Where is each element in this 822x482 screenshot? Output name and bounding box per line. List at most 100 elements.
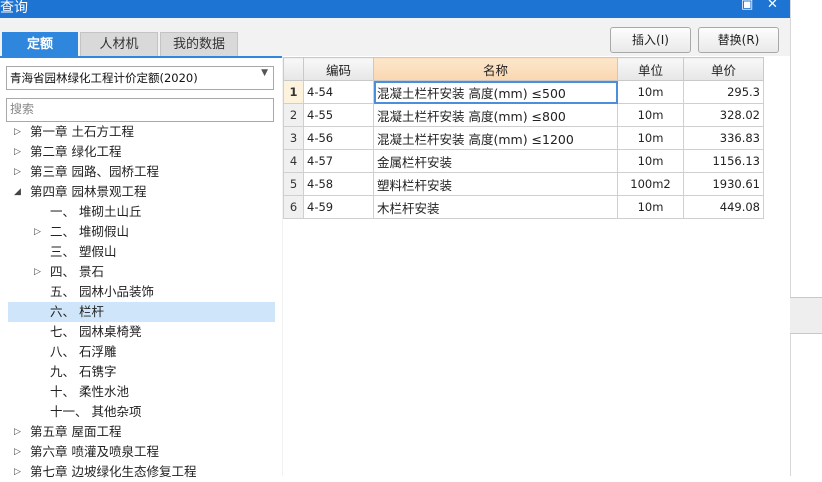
search-box[interactable]	[6, 98, 274, 122]
window-title: 查询	[0, 0, 28, 16]
insert-button[interactable]: 插入(I)	[610, 27, 691, 53]
tree-item[interactable]: ▷ 第一章 土石方工程	[8, 122, 275, 142]
restore-icon[interactable]: ▣	[741, 0, 753, 12]
tree-item[interactable]: ▷ 第六章 喷灌及喷泉工程	[8, 442, 275, 462]
tree-item-label: 二、 堆砌假山	[50, 224, 129, 239]
price-cell[interactable]: 1930.61	[683, 172, 764, 196]
collapsed-arrow-icon[interactable]: ▷	[14, 442, 21, 462]
tree-item[interactable]: ▷ 四、 景石	[8, 262, 275, 282]
tree-item[interactable]: 九、 石镌字	[8, 362, 275, 382]
tree-item-label: 八、 石浮雕	[50, 344, 117, 359]
close-icon[interactable]: ✕	[767, 0, 778, 12]
tree-item[interactable]: ▷ 第五章 屋面工程	[8, 422, 275, 442]
collapsed-arrow-icon[interactable]: ▷	[14, 422, 21, 442]
tree-item[interactable]: 六、 栏杆	[8, 302, 275, 322]
tree-item-label: 四、 景石	[50, 264, 104, 279]
row-number: 1	[283, 80, 304, 104]
tree-item[interactable]: 十一、 其他杂项	[8, 402, 275, 422]
tree-item[interactable]: 七、 园林桌椅凳	[8, 322, 275, 342]
tree-item[interactable]: 八、 石浮雕	[8, 342, 275, 362]
replace-button[interactable]: 替换(R)	[698, 27, 779, 53]
tree-item[interactable]: 一、 堆砌土山丘	[8, 202, 275, 222]
tree-item[interactable]: ▷ 二、 堆砌假山	[8, 222, 275, 242]
table-row[interactable]: 5 4-58 塑料栏杆安装 100m2 1930.61	[283, 172, 764, 196]
code-cell[interactable]: 4-54	[303, 80, 374, 104]
collapsed-arrow-icon[interactable]: ▷	[34, 222, 41, 242]
tree-item-label: 十一、 其他杂项	[50, 404, 142, 419]
unit-cell[interactable]: 10m	[617, 126, 684, 150]
unit-cell[interactable]: 10m	[617, 80, 684, 104]
name-cell[interactable]: 混凝土栏杆安装 高度(mm) ≤500	[373, 80, 618, 104]
price-cell[interactable]: 1156.13	[683, 149, 764, 173]
price-cell[interactable]: 295.3	[683, 80, 764, 104]
code-cell[interactable]: 4-59	[303, 195, 374, 219]
unit-cell[interactable]: 100m2	[617, 172, 684, 196]
expanded-arrow-icon[interactable]: ◢	[14, 182, 21, 202]
tree-item-label: 第二章 绿化工程	[30, 144, 122, 159]
collapsed-arrow-icon[interactable]: ▷	[14, 122, 21, 142]
tree-item-label: 九、 石镌字	[50, 364, 117, 379]
tree-item[interactable]: ◢ 第四章 园林景观工程	[8, 182, 275, 202]
unit-cell[interactable]: 10m	[617, 149, 684, 173]
tree-item-label: 第三章 园路、园桥工程	[30, 164, 159, 179]
tree-item[interactable]: ▷ 第七章 边坡绿化生态修复工程	[8, 462, 275, 482]
quota-library-select[interactable]: 青海省园林绿化工程计价定额(2020) ▼	[6, 66, 274, 90]
price-column-header[interactable]: 单价	[683, 57, 764, 81]
quota-tree-panel: 青海省园林绿化工程计价定额(2020) ▼ ▷ 第一章 土石方工程 ▷ 第二章 绿化工…	[0, 56, 282, 479]
background-window-area	[790, 0, 822, 476]
tree-item-label: 三、 塑假山	[50, 244, 117, 259]
chevron-down-icon[interactable]: ▼	[261, 68, 268, 78]
row-number-header	[283, 57, 304, 81]
code-cell[interactable]: 4-57	[303, 149, 374, 173]
name-cell[interactable]: 塑料栏杆安装	[373, 172, 618, 196]
name-column-header[interactable]: 名称	[373, 57, 618, 81]
price-cell[interactable]: 449.08	[683, 195, 764, 219]
tree-item[interactable]: ▷ 第二章 绿化工程	[8, 142, 275, 162]
code-cell[interactable]: 4-56	[303, 126, 374, 150]
collapsed-arrow-icon[interactable]: ▷	[14, 162, 21, 182]
unit-cell[interactable]: 10m	[617, 103, 684, 127]
tree-item-label: 第五章 屋面工程	[30, 424, 122, 439]
tab-labor-material-machine[interactable]: 人材机	[80, 32, 158, 57]
quota-table-panel: 编码 名称 单位 单价 1 4-54 混凝土栏杆安装 高度(mm) ≤500 1…	[283, 56, 790, 476]
quota-library-value: 青海省园林绿化工程计价定额(2020)	[10, 71, 198, 85]
name-cell[interactable]: 金属栏杆安装	[373, 149, 618, 173]
table-row[interactable]: 1 4-54 混凝土栏杆安装 高度(mm) ≤500 10m 295.3	[283, 80, 764, 104]
price-cell[interactable]: 328.02	[683, 103, 764, 127]
tree-item-label: 十、 柔性水池	[50, 384, 129, 399]
code-column-header[interactable]: 编码	[303, 57, 374, 81]
row-number: 6	[283, 195, 304, 219]
window-title-bar[interactable]: 查询 ▣ ✕	[0, 0, 790, 18]
tree-item[interactable]: 三、 塑假山	[8, 242, 275, 262]
collapsed-arrow-icon[interactable]: ▷	[34, 262, 41, 282]
tree-item-label: 第一章 土石方工程	[30, 124, 134, 139]
table-row[interactable]: 2 4-55 混凝土栏杆安装 高度(mm) ≤800 10m 328.02	[283, 103, 764, 127]
table-row[interactable]: 6 4-59 木栏杆安装 10m 449.08	[283, 195, 764, 219]
quota-table: 编码 名称 单位 单价 1 4-54 混凝土栏杆安装 高度(mm) ≤500 1…	[283, 57, 764, 219]
tree-item[interactable]: 五、 园林小品装饰	[8, 282, 275, 302]
unit-cell[interactable]: 10m	[617, 195, 684, 219]
tab-my-data[interactable]: 我的数据	[160, 32, 238, 57]
divider	[790, 0, 791, 476]
code-cell[interactable]: 4-55	[303, 103, 374, 127]
name-cell[interactable]: 木栏杆安装	[373, 195, 618, 219]
name-cell[interactable]: 混凝土栏杆安装 高度(mm) ≤800	[373, 103, 618, 127]
tree-item-label: 七、 园林桌椅凳	[50, 324, 142, 339]
background-panel-strip	[790, 297, 822, 334]
tree-item-label: 第七章 边坡绿化生态修复工程	[30, 464, 197, 479]
query-dialog: 定额 人材机 我的数据 插入(I) 替换(R) 青海省园林绿化工程计价定额(20…	[0, 18, 790, 479]
name-cell[interactable]: 混凝土栏杆安装 高度(mm) ≤1200	[373, 126, 618, 150]
tab-quota[interactable]: 定额	[2, 32, 78, 57]
tree-item[interactable]: 十、 柔性水池	[8, 382, 275, 402]
collapsed-arrow-icon[interactable]: ▷	[14, 142, 21, 162]
collapsed-arrow-icon[interactable]: ▷	[14, 462, 21, 482]
search-input[interactable]	[7, 99, 268, 119]
tree-item-label: 一、 堆砌土山丘	[50, 204, 142, 219]
code-cell[interactable]: 4-58	[303, 172, 374, 196]
tree-item-label: 第四章 园林景观工程	[30, 184, 147, 199]
table-row[interactable]: 3 4-56 混凝土栏杆安装 高度(mm) ≤1200 10m 336.83	[283, 126, 764, 150]
price-cell[interactable]: 336.83	[683, 126, 764, 150]
table-row[interactable]: 4 4-57 金属栏杆安装 10m 1156.13	[283, 149, 764, 173]
tree-item[interactable]: ▷ 第三章 园路、园桥工程	[8, 162, 275, 182]
unit-column-header[interactable]: 单位	[617, 57, 684, 81]
